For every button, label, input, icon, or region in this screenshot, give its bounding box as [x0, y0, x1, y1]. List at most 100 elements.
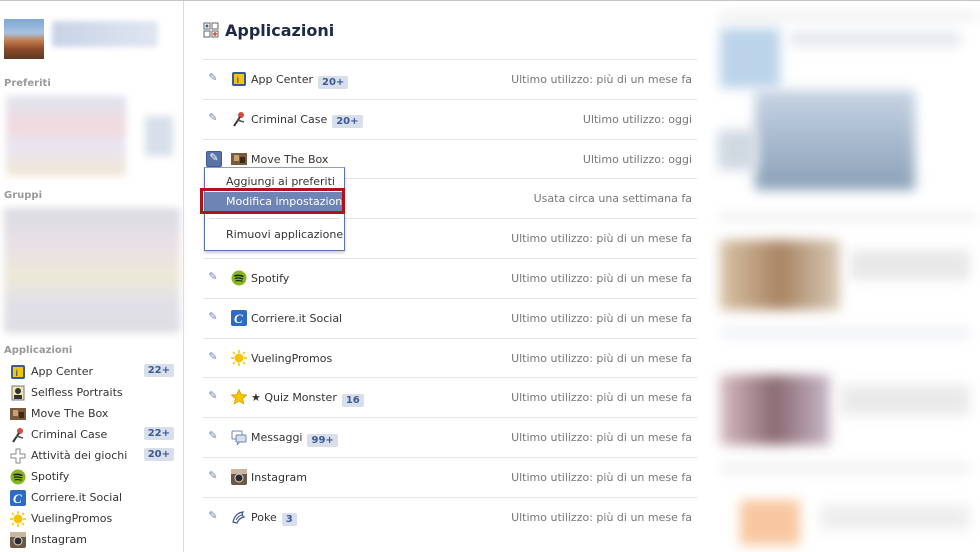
- app-row-vueling: ✎ VuelingPromos Ultimo utilizzo: più di …: [203, 337, 697, 378]
- count-badge: 16: [341, 393, 364, 407]
- last-used-text: Ultimo utilizzo: oggi: [582, 152, 692, 166]
- count-badge: 99+: [307, 433, 338, 447]
- page-title: Applicazioni: [225, 21, 335, 40]
- last-used-text: Ultimo utilizzo: più di un mese fa: [511, 271, 692, 285]
- sidebar-app-list: i App Center 22+ Selfless Portraits Move…: [0, 361, 183, 550]
- pencil-icon[interactable]: ✎: [207, 72, 219, 84]
- blur-image: [720, 240, 840, 310]
- count-badge: 22+: [143, 364, 174, 377]
- sidebar-item-label: Criminal Case: [31, 428, 108, 441]
- count-badge: 3: [281, 513, 297, 527]
- app-row-spotify: ✎ Spotify Ultimo utilizzo: più di un mes…: [203, 257, 697, 298]
- sidebar-item-corriere[interactable]: C Corriere.it Social: [0, 487, 183, 508]
- blur-line: [720, 465, 970, 471]
- section-heading-favorites: Preferiti: [4, 78, 51, 89]
- last-used-text: Ultimo utilizzo: più di un mese fa: [511, 510, 692, 524]
- sidebar-item-selfless-portraits[interactable]: Selfless Portraits: [0, 382, 183, 403]
- sidebar-item-label: Corriere.it Social: [31, 491, 123, 504]
- sidebar-item-label: Spotify: [31, 470, 70, 483]
- last-used-text: Ultimo utilizzo: più di un mese fa: [511, 311, 692, 325]
- last-used-text: Usata circa una settimana fa: [533, 192, 692, 206]
- avatar[interactable]: [4, 19, 44, 59]
- sidebar-item-label: Attività dei giochi: [31, 449, 128, 462]
- pencil-icon[interactable]: ✎: [207, 509, 219, 522]
- spotify-icon: [231, 270, 247, 286]
- count-badge: 20+: [143, 448, 174, 461]
- app-row-app-center: ✎ i App Center 20+ Ultimo utilizzo: più d…: [203, 59, 697, 99]
- apps-list: ✎ i App Center 20+ Ultimo utilizzo: più d…: [203, 59, 697, 537]
- pencil-icon[interactable]: ✎: [207, 310, 219, 323]
- app-row-criminal-case: ✎ Criminal Case 20+ Ultimo utilizzo: oggi: [203, 98, 697, 139]
- blur-line: [720, 330, 970, 336]
- pencil-icon[interactable]: ✎: [207, 390, 219, 402]
- move-the-box-icon: [231, 151, 247, 167]
- app-row-instagram: ✎ Instagram Ultimo utilizzo: più di un m…: [203, 456, 697, 497]
- groups-blurred: [4, 208, 180, 333]
- instagram-icon: [10, 531, 26, 548]
- app-center-icon: i: [231, 71, 247, 87]
- blur-thumb: [740, 500, 800, 545]
- app-row-messages: ✎ Messaggi 99+ Ultimo utilizzo: più di un…: [203, 417, 697, 457]
- pencil-icon[interactable]: ✎: [207, 270, 219, 283]
- poke-icon: [231, 509, 247, 525]
- sidebar-item-games-activity[interactable]: Attività dei giochi 20+: [0, 445, 183, 466]
- sidebar-item-label: Selfless Portraits: [31, 386, 123, 399]
- star-icon: [231, 389, 247, 405]
- menu-item-remove-app[interactable]: Rimuovi applicazione: [205, 225, 344, 245]
- sidebar-item-instagram[interactable]: Instagram: [0, 529, 183, 550]
- app-name[interactable]: App Center 20+: [251, 73, 349, 89]
- criminal-case-icon: [10, 427, 26, 443]
- menu-divider: [209, 218, 340, 219]
- blur-text: [790, 32, 960, 46]
- annotation-highlight-box: [200, 188, 345, 214]
- favorites-blurred: [6, 96, 126, 176]
- last-used-text: Ultimo utilizzo: oggi: [582, 112, 692, 126]
- sidebar-item-spotify[interactable]: Spotify: [0, 466, 183, 487]
- pencil-icon[interactable]: ✎: [206, 150, 222, 167]
- sidebar-item-label: Move The Box: [31, 407, 109, 420]
- profile-name-blurred[interactable]: [52, 21, 158, 47]
- blur-text: [850, 250, 970, 280]
- section-heading-groups: Gruppi: [4, 190, 43, 201]
- blur-image: [720, 375, 830, 445]
- app-row-quiz-monster: ✎ ★ Quiz Monster 16 Ultimo utilizzo: più …: [203, 377, 697, 417]
- app-name[interactable]: Spotify: [251, 272, 289, 285]
- app-name[interactable]: Corriere.it Social: [251, 312, 342, 325]
- blur-text: [820, 505, 970, 530]
- pencil-icon[interactable]: ✎: [207, 469, 219, 482]
- app-name[interactable]: Messaggi 99+: [251, 431, 338, 447]
- sidebar-item-app-center[interactable]: i App Center 22+: [0, 361, 183, 382]
- section-heading-apps: Applicazioni: [4, 345, 73, 356]
- vueling-icon: [10, 510, 26, 527]
- blur-text: [840, 385, 970, 415]
- vueling-icon: [231, 349, 247, 366]
- sidebar-item-label: Instagram: [31, 533, 87, 546]
- app-row-poke: ✎ Poke 3 Ultimo utilizzo: più di un mese …: [203, 496, 697, 537]
- blur-thumb: [718, 130, 758, 170]
- pencil-icon[interactable]: ✎: [207, 430, 219, 442]
- last-used-text: Ultimo utilizzo: più di un mese fa: [511, 391, 692, 405]
- app-name[interactable]: Move The Box: [251, 153, 328, 166]
- sidebar-divider: [183, 1, 184, 552]
- blur-thumb: [720, 28, 780, 88]
- last-used-text: Ultimo utilizzo: più di un mese fa: [511, 73, 692, 86]
- app-name[interactable]: VuelingPromos: [251, 352, 332, 365]
- blur-image: [755, 90, 915, 190]
- app-name[interactable]: ★ Quiz Monster 16: [251, 391, 364, 407]
- svg-text:i: i: [16, 368, 19, 378]
- pencil-icon[interactable]: ✎: [207, 111, 219, 124]
- portrait-icon: [10, 385, 26, 401]
- pencil-icon[interactable]: ✎: [207, 350, 219, 363]
- favorites-badges-blurred: [145, 116, 173, 156]
- svg-text:C: C: [13, 491, 22, 506]
- criminal-case-icon: [231, 111, 247, 127]
- app-name[interactable]: Criminal Case 20+: [251, 113, 363, 129]
- sidebar-item-move-the-box[interactable]: Move The Box: [0, 403, 183, 424]
- corriere-icon: C: [231, 309, 247, 326]
- app-name[interactable]: Poke 3: [251, 511, 297, 527]
- corriere-icon: C: [10, 489, 26, 506]
- sidebar-item-vueling[interactable]: VuelingPromos: [0, 508, 183, 529]
- apps-title-icon: [203, 22, 219, 38]
- app-name[interactable]: Instagram: [251, 471, 307, 484]
- sidebar-item-criminal-case[interactable]: Criminal Case 22+: [0, 424, 183, 445]
